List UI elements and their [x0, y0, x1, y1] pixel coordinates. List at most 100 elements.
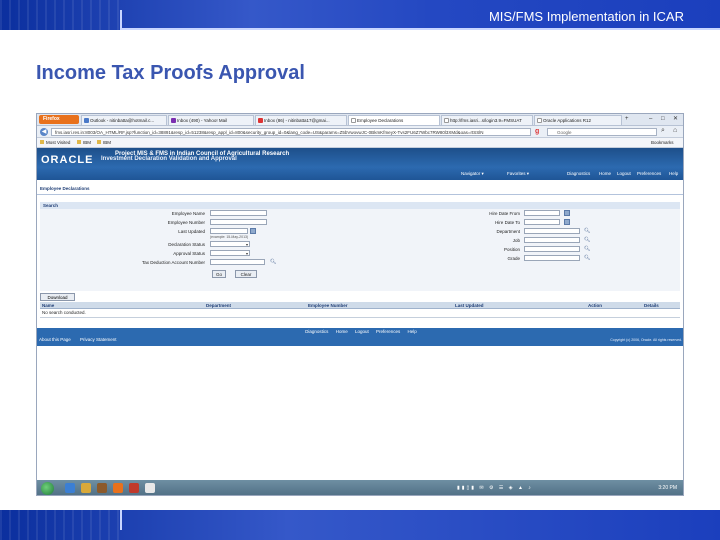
search-input[interactable]: Google: [547, 128, 657, 136]
hire-date-from-field[interactable]: [524, 210, 560, 216]
navigator-menu[interactable]: Navigator ▾: [461, 171, 484, 177]
grade-label: Grade: [507, 256, 520, 261]
employee-number-field[interactable]: [210, 219, 267, 225]
taskbar-clock: 3:20 PM: [658, 485, 677, 491]
global-navigation: Navigator ▾ Favorites ▾ Diagnostics Home…: [37, 170, 683, 180]
tab-outlook[interactable]: Outlook - nitinbatta@hotmail.c...: [81, 115, 167, 125]
department-label: Department: [496, 229, 520, 234]
close-icon[interactable]: ✕: [673, 115, 678, 124]
search-icon[interactable]: 🔍︎: [584, 228, 590, 234]
hire-date-to-label: Hire Date To: [495, 220, 520, 225]
tab-fms-login[interactable]: http://fms.iasri...s/login3.9=FMSUAT: [441, 115, 533, 125]
url-input[interactable]: fms.iasri.res.in:8003/OA_HTML/RF.jsp?fun…: [51, 128, 531, 136]
column-header[interactable]: Last Updated: [455, 303, 484, 308]
google-icon: g: [535, 128, 540, 135]
column-header[interactable]: Department: [206, 303, 231, 308]
page-footer: Diagnostics Home Logout Preferences Help…: [37, 328, 683, 346]
gmail-icon: [258, 118, 263, 123]
results-table: Name Department Employee Number Last Upd…: [40, 302, 680, 320]
search-icon[interactable]: 🔍︎: [270, 259, 276, 265]
search-icon[interactable]: 🔍︎: [584, 255, 590, 261]
explorer-icon[interactable]: [81, 483, 91, 493]
tab-yahoo[interactable]: Inbox (490) - Yahoo! Mail: [168, 115, 254, 125]
home-icon[interactable]: ⌂: [673, 127, 677, 134]
firefox-menu-button[interactable]: Firefox: [39, 115, 79, 124]
tan-label: Tax Deduction Account Number: [141, 260, 205, 265]
empty-results-row: No search conducted.: [40, 309, 680, 318]
department-field[interactable]: [524, 228, 580, 234]
footer-home-link[interactable]: Home: [336, 329, 348, 334]
diagnostics-link[interactable]: Diagnostics: [567, 171, 590, 176]
footer-preferences-link[interactable]: Preferences: [376, 329, 400, 334]
calendar-icon[interactable]: [250, 228, 256, 234]
bookmark-ibm-1[interactable]: IBM: [77, 138, 91, 148]
date-format-hint: (example: 15-May-2013): [210, 235, 249, 239]
navigation-bar: ◀ fms.iasri.res.in:8003/OA_HTML/RF.jsp?f…: [37, 126, 683, 138]
header-decoration: [0, 0, 120, 30]
grade-field[interactable]: [524, 255, 580, 261]
footer-help-link[interactable]: Help: [408, 329, 417, 334]
position-field[interactable]: [524, 246, 580, 252]
employee-name-field[interactable]: [210, 210, 267, 216]
oracle-logo: ORACLE: [41, 154, 94, 166]
tab-label: Outlook - nitinbatta@hotmail.c...: [90, 118, 155, 123]
calendar-icon[interactable]: [564, 210, 570, 216]
favorites-menu[interactable]: Favorites ▾: [507, 171, 529, 177]
search-icon[interactable]: ⌕: [661, 127, 665, 135]
media-icon[interactable]: [97, 483, 107, 493]
preferences-link[interactable]: Preferences: [637, 171, 661, 176]
column-header[interactable]: Employee Number: [308, 303, 348, 308]
download-button[interactable]: Download: [40, 293, 75, 301]
position-label: Position: [503, 247, 520, 252]
bookmarks-menu[interactable]: Bookmarks: [651, 138, 674, 148]
tab-oracle-apps[interactable]: Oracle Applications R12: [534, 115, 622, 125]
new-tab-icon[interactable]: +: [625, 115, 629, 124]
app-icon[interactable]: [129, 483, 139, 493]
maximize-icon[interactable]: □: [661, 115, 665, 124]
footer-logout-link[interactable]: Logout: [355, 329, 369, 334]
privacy-statement-link[interactable]: Privacy Statement: [80, 337, 117, 342]
header-title: MIS/FMS Implementation in ICAR: [488, 9, 684, 24]
declaration-status-select[interactable]: ▾: [210, 241, 250, 247]
column-header[interactable]: Name: [42, 303, 54, 308]
job-field[interactable]: [524, 237, 580, 243]
slide-footer: [0, 510, 720, 540]
last-updated-field[interactable]: [210, 228, 248, 234]
search-icon[interactable]: 🔍︎: [584, 246, 590, 252]
minimize-icon[interactable]: –: [649, 115, 652, 124]
go-button[interactable]: Go: [212, 270, 226, 278]
bookmark-ibm-2[interactable]: IBM: [97, 138, 111, 148]
hire-date-from-label: Hire Date From: [489, 211, 520, 216]
search-section-header: Search: [40, 202, 680, 209]
tab-label: Inbox (86) - nitinbatta17@gmai...: [264, 118, 330, 123]
tan-field[interactable]: [210, 259, 265, 265]
home-link[interactable]: Home: [599, 171, 611, 176]
footer-decoration: [0, 510, 120, 540]
bookmark-icon: [40, 140, 44, 144]
ie-icon[interactable]: [65, 483, 75, 493]
footer-diagnostics-link[interactable]: Diagnostics: [305, 329, 328, 334]
approval-status-label: Approval Status: [173, 251, 205, 256]
page-heading: Employee Declarations: [37, 186, 683, 195]
search-icon[interactable]: 🔍︎: [584, 237, 590, 243]
back-arrow-icon[interactable]: ◀: [40, 128, 48, 136]
declaration-status-label: Declaration Status: [168, 242, 205, 247]
footer-links: Diagnostics Home Logout Preferences Help: [37, 329, 683, 334]
help-link[interactable]: Help: [669, 171, 678, 176]
windows-taskbar: ▮▮▯▮ ✉ ⚙ ☰ ◈ ▲ ♪ 3:20 PM: [37, 480, 683, 495]
hire-date-to-field[interactable]: [524, 219, 560, 225]
calendar-icon[interactable]: [564, 219, 570, 225]
footer-about-links: About this Page Privacy Statement: [39, 337, 125, 342]
folder-icon: [77, 140, 81, 144]
tab-gmail[interactable]: Inbox (86) - nitinbatta17@gmai...: [255, 115, 347, 125]
about-page-link[interactable]: About this Page: [39, 337, 71, 342]
results-header: Name Department Employee Number Last Upd…: [40, 302, 680, 309]
start-button-icon[interactable]: [41, 482, 54, 495]
tab-employee-declarations[interactable]: Employee Declarations: [348, 115, 440, 125]
firefox-icon[interactable]: [113, 483, 123, 493]
approval-status-select[interactable]: ▾: [210, 250, 250, 256]
logout-link[interactable]: Logout: [617, 171, 631, 176]
window-icon[interactable]: [145, 483, 155, 493]
clear-button[interactable]: Clear: [235, 270, 257, 278]
bookmark-most-visited[interactable]: Most Visited: [40, 138, 70, 148]
